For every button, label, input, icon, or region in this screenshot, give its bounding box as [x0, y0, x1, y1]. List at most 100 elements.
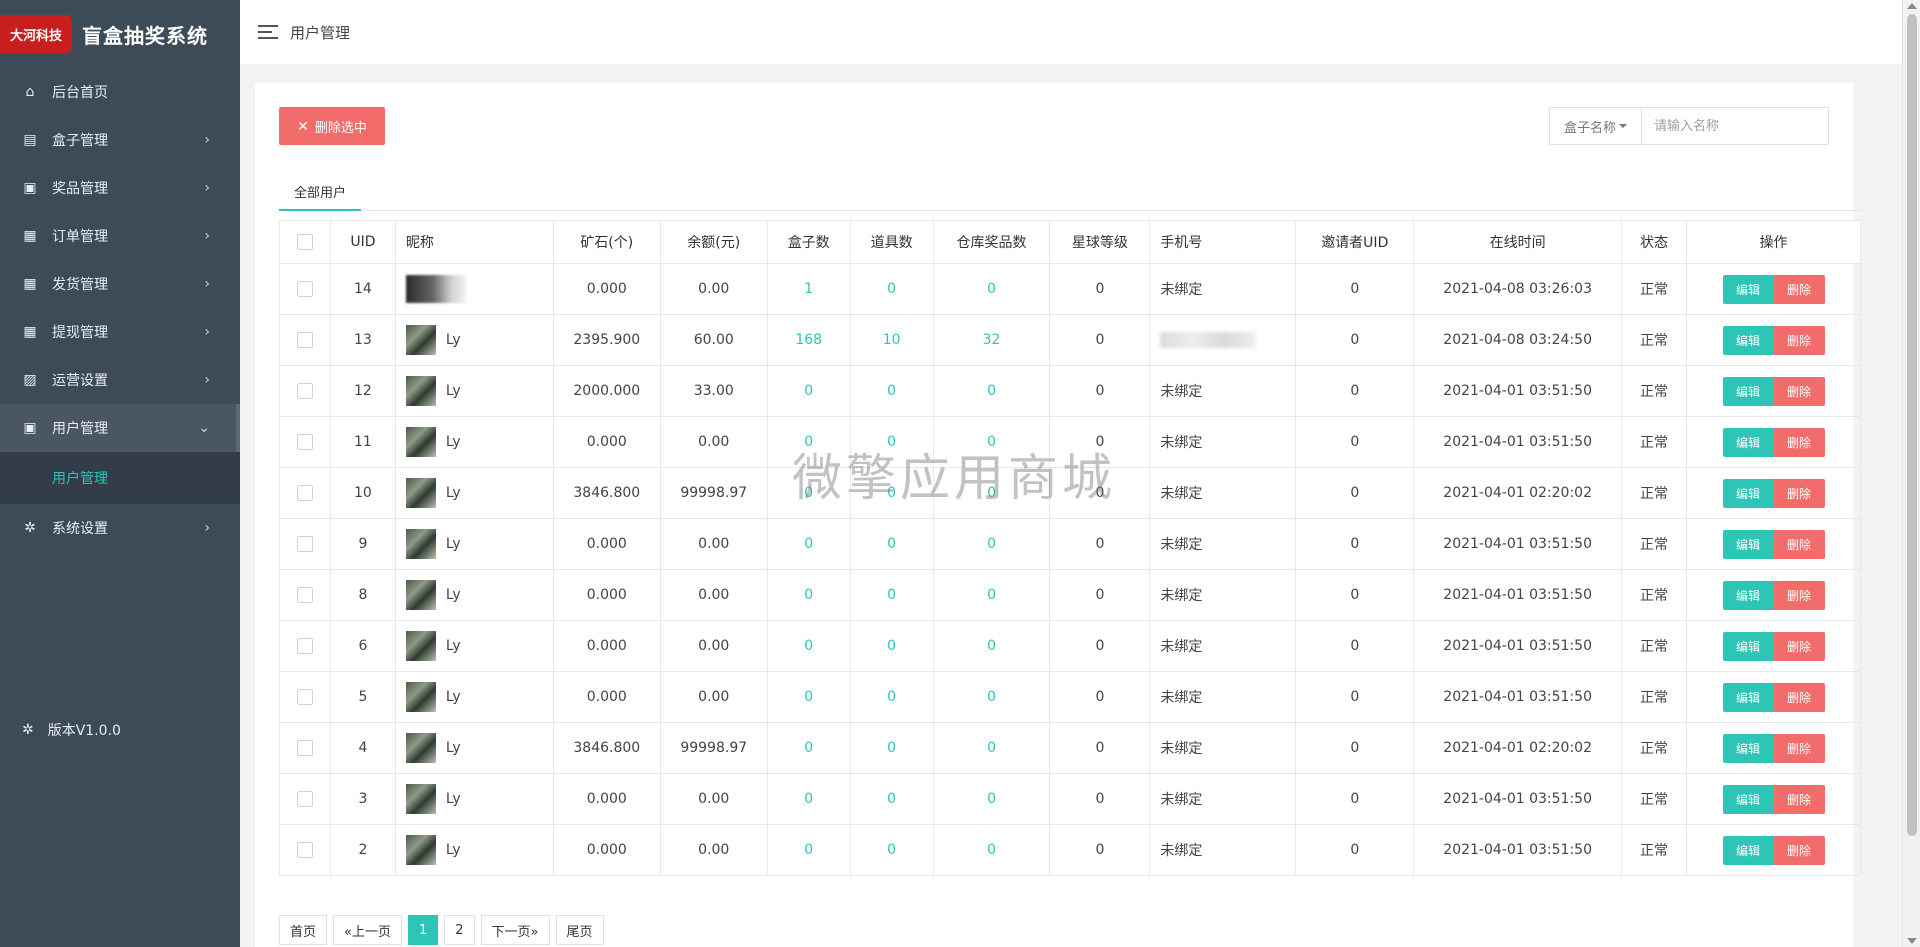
edit-button[interactable]: 编辑 [1722, 682, 1774, 712]
row-checkbox[interactable] [296, 383, 313, 399]
sidebar-item-2[interactable]: ▣ 奖品管理 › [0, 164, 240, 212]
cell-warehouse-link[interactable]: 0 [932, 569, 1051, 621]
cell-props-link[interactable]: 0 [849, 722, 934, 774]
sidebar-item-0[interactable]: ⌂ 后台首页 [0, 68, 240, 116]
search-input[interactable] [1642, 108, 1828, 144]
row-checkbox[interactable] [296, 791, 313, 807]
edit-button[interactable]: 编辑 [1722, 376, 1774, 406]
edit-button[interactable]: 编辑 [1722, 427, 1774, 457]
delete-button[interactable]: 删除 [1773, 733, 1825, 763]
row-checkbox[interactable] [296, 689, 313, 705]
cell-warehouse-link[interactable]: 0 [932, 467, 1051, 519]
cell-props-link[interactable]: 0 [849, 824, 934, 876]
page-1[interactable]: 1 [407, 915, 439, 945]
cell-props-link[interactable]: 0 [849, 467, 934, 519]
cell-props-link[interactable]: 0 [849, 671, 934, 723]
edit-button[interactable]: 编辑 [1722, 580, 1774, 610]
sidebar-item-7[interactable]: ▣ 用户管理 ⌄ [0, 404, 240, 452]
delete-button[interactable]: 删除 [1773, 274, 1825, 304]
sidebar-item-3[interactable]: ▦ 订单管理 › [0, 212, 240, 260]
page-2[interactable]: 2 [444, 915, 475, 945]
cell-warehouse-link[interactable]: 0 [932, 722, 1051, 774]
edit-button[interactable]: 编辑 [1722, 529, 1774, 559]
scroll-up-icon[interactable] [1907, 3, 1917, 9]
delete-button[interactable]: 删除 [1773, 427, 1825, 457]
sidebar-subitem-user-management[interactable]: 用户管理 [0, 452, 240, 504]
cell-boxes-link[interactable]: 0 [766, 467, 851, 519]
scrollbar-thumb[interactable] [1907, 14, 1917, 836]
cell-props-link[interactable]: 0 [849, 518, 934, 570]
delete-button[interactable]: 删除 [1773, 376, 1825, 406]
cell-boxes-link[interactable]: 1 [766, 263, 851, 315]
cell-warehouse-link[interactable]: 0 [932, 518, 1051, 570]
delete-button[interactable]: 删除 [1773, 529, 1825, 559]
edit-button[interactable]: 编辑 [1722, 733, 1774, 763]
row-checkbox[interactable] [296, 842, 313, 858]
row-checkbox[interactable] [296, 587, 313, 603]
cell-warehouse-link[interactable]: 0 [932, 671, 1051, 723]
delete-button[interactable]: 删除 [1773, 835, 1825, 865]
row-checkbox[interactable] [296, 434, 313, 450]
page-first[interactable]: 首页 [279, 915, 328, 945]
cell-uid: 10 [329, 467, 396, 519]
row-checkbox[interactable] [296, 638, 313, 654]
cell-warehouse-link[interactable]: 0 [932, 620, 1051, 672]
select-all-checkbox[interactable] [296, 234, 313, 250]
delete-button[interactable]: 删除 [1773, 682, 1825, 712]
delete-button[interactable]: 删除 [1773, 580, 1825, 610]
cell-warehouse-link[interactable]: 0 [932, 416, 1051, 468]
cell-props-link[interactable]: 0 [849, 569, 934, 621]
edit-button[interactable]: 编辑 [1722, 835, 1774, 865]
cell-props-link[interactable]: 0 [849, 416, 934, 468]
row-checkbox[interactable] [296, 485, 313, 501]
edit-button[interactable]: 编辑 [1722, 631, 1774, 661]
delete-button[interactable]: 删除 [1773, 478, 1825, 508]
row-checkbox[interactable] [296, 281, 313, 297]
delete-button[interactable]: 删除 [1773, 325, 1825, 355]
cell-warehouse-link[interactable]: 0 [932, 824, 1051, 876]
sidebar-item-system-settings[interactable]: ✲ 系统设置 › [0, 504, 240, 552]
cell-boxes-link[interactable]: 0 [766, 722, 851, 774]
delete-button[interactable]: 删除 [1773, 631, 1825, 661]
cell-props-link[interactable]: 0 [849, 365, 934, 417]
page-prev[interactable]: «上一页 [333, 915, 402, 945]
cell-props-link[interactable]: 0 [849, 263, 934, 315]
cell-props-link[interactable]: 10 [849, 314, 934, 366]
sidebar-item-5[interactable]: ▦ 提现管理 › [0, 308, 240, 356]
menu-toggle-icon[interactable] [258, 25, 278, 39]
cell-boxes-link[interactable]: 168 [766, 314, 851, 366]
delete-button[interactable]: 删除 [1773, 784, 1825, 814]
cell-props-link[interactable]: 0 [849, 773, 934, 825]
row-checkbox[interactable] [296, 740, 313, 756]
sidebar-item-6[interactable]: ▨ 运营设置 › [0, 356, 240, 404]
search-field-select[interactable]: 盒子名称 [1550, 108, 1642, 144]
cell-warehouse-link[interactable]: 0 [932, 263, 1051, 315]
delete-selected-button[interactable]: ✕ 删除选中 [279, 107, 385, 145]
cell-actions: 编辑 删除 [1686, 314, 1861, 366]
sidebar-item-1[interactable]: ▤ 盒子管理 › [0, 116, 240, 164]
edit-button[interactable]: 编辑 [1722, 478, 1774, 508]
cell-warehouse-link[interactable]: 0 [932, 365, 1051, 417]
cell-boxes-link[interactable]: 0 [766, 671, 851, 723]
page-last[interactable]: 尾页 [555, 915, 604, 945]
sidebar-item-4[interactable]: ▦ 发货管理 › [0, 260, 240, 308]
cell-boxes-link[interactable]: 0 [766, 569, 851, 621]
page-next[interactable]: 下一页» [480, 915, 550, 945]
edit-button[interactable]: 编辑 [1722, 325, 1774, 355]
cell-boxes-link[interactable]: 0 [766, 824, 851, 876]
scroll-down-icon[interactable] [1907, 938, 1917, 944]
page-scrollbar[interactable] [1902, 0, 1920, 947]
cell-props-link[interactable]: 0 [849, 620, 934, 672]
tab-all-users[interactable]: 全部用户 [279, 173, 362, 211]
cell-warehouse-link[interactable]: 0 [932, 773, 1051, 825]
cell-boxes-link[interactable]: 0 [766, 518, 851, 570]
cell-boxes-link[interactable]: 0 [766, 620, 851, 672]
row-checkbox[interactable] [296, 536, 313, 552]
cell-boxes-link[interactable]: 0 [766, 773, 851, 825]
cell-boxes-link[interactable]: 0 [766, 365, 851, 417]
edit-button[interactable]: 编辑 [1722, 784, 1774, 814]
edit-button[interactable]: 编辑 [1722, 274, 1774, 304]
cell-warehouse-link[interactable]: 32 [932, 314, 1051, 366]
row-checkbox[interactable] [296, 332, 313, 348]
cell-boxes-link[interactable]: 0 [766, 416, 851, 468]
